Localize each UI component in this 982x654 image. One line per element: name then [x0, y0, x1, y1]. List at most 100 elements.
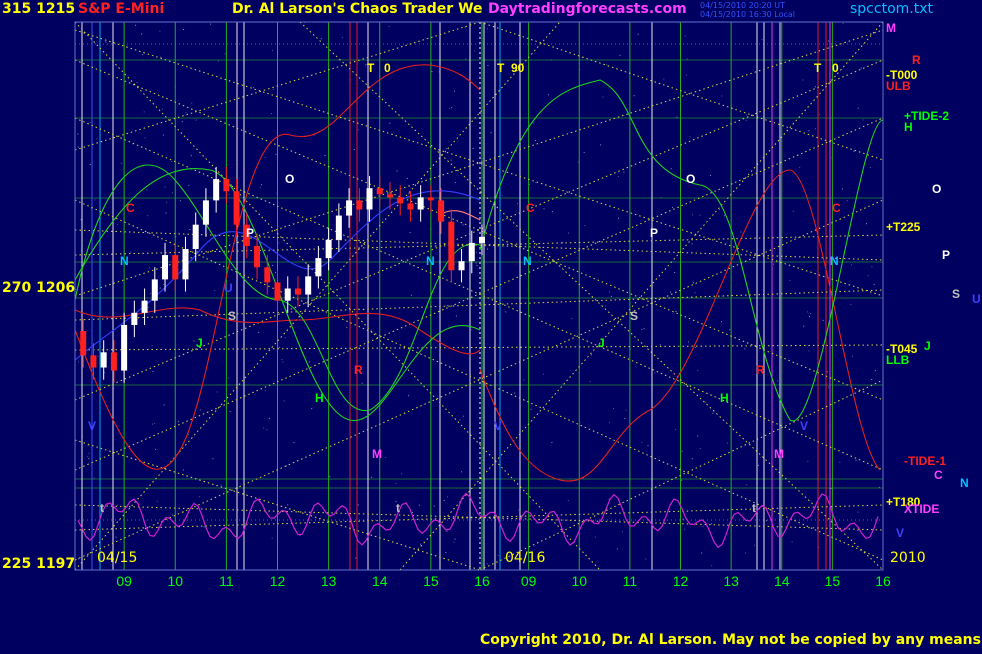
star: [670, 168, 672, 170]
scale-label-bottom: 225 1197: [2, 556, 76, 572]
star: [535, 182, 537, 183]
star: [535, 140, 537, 141]
star: [384, 457, 386, 459]
price-bar: [284, 288, 291, 301]
star: [454, 538, 456, 540]
star: [130, 251, 132, 253]
star: [198, 496, 200, 498]
plot-marker: T: [367, 61, 375, 75]
price-bar: [325, 239, 332, 259]
star: [602, 96, 604, 98]
star: [729, 329, 731, 331]
star: [162, 108, 163, 110]
right-label: V: [896, 526, 904, 540]
star: [676, 116, 678, 118]
star: [281, 359, 283, 361]
star: [447, 496, 448, 498]
star: [828, 386, 829, 388]
star: [342, 37, 344, 39]
star: [154, 422, 156, 424]
star: [791, 541, 793, 543]
right-label: H: [904, 120, 913, 134]
time-grid: [75, 22, 884, 570]
star: [148, 306, 150, 308]
right-label: O: [932, 182, 941, 196]
star: [401, 473, 403, 475]
star: [643, 328, 645, 330]
dotted-diagonal: [479, 21, 884, 161]
star: [185, 112, 187, 114]
plot-marker: S: [630, 309, 638, 323]
star: [146, 189, 148, 191]
plot-marker: O: [285, 172, 294, 186]
star: [851, 264, 853, 266]
star: [190, 155, 192, 157]
plot-marker: M: [774, 447, 784, 461]
right-label: P: [942, 248, 950, 262]
star: [674, 272, 676, 273]
star: [853, 150, 855, 152]
star: [171, 192, 173, 194]
plot-marker: t: [752, 501, 756, 515]
plot-marker: T: [814, 61, 822, 75]
plot-marker: U: [224, 281, 233, 295]
plot-marker: T: [497, 61, 505, 75]
star: [637, 33, 639, 35]
star: [624, 417, 626, 419]
star: [77, 133, 79, 135]
star: [826, 371, 828, 373]
star: [180, 200, 181, 202]
star: [454, 90, 455, 92]
star: [711, 565, 713, 567]
price-bar: [100, 352, 107, 368]
star: [697, 370, 699, 372]
star: [151, 345, 153, 347]
star: [855, 459, 857, 461]
star: [141, 33, 143, 35]
star: [873, 283, 875, 285]
star: [645, 558, 647, 560]
star: [120, 162, 122, 164]
star: [518, 509, 520, 511]
star: [162, 134, 164, 136]
star: [389, 122, 391, 124]
star: [273, 88, 275, 90]
star: [275, 153, 277, 155]
plot-marker: t: [100, 501, 104, 515]
plot-marker: C: [126, 201, 135, 215]
year-label: 2010: [890, 550, 926, 566]
price-bar: [468, 242, 475, 262]
star: [623, 171, 625, 173]
flux-curves: [74, 64, 884, 482]
star: [633, 95, 635, 97]
star: [807, 460, 809, 462]
star: [266, 429, 268, 431]
star: [803, 325, 805, 327]
star: [691, 458, 693, 460]
star: [871, 266, 873, 268]
star: [144, 137, 146, 139]
star: [505, 311, 507, 313]
price-bar: [182, 248, 189, 280]
star: [148, 267, 150, 269]
star: [675, 311, 677, 312]
price-bar: [162, 255, 169, 280]
price-bar: [294, 288, 301, 295]
star: [165, 212, 167, 214]
price-bar: [141, 300, 148, 313]
star: [589, 380, 591, 382]
star: [789, 279, 791, 281]
star: [746, 114, 748, 116]
star: [792, 210, 794, 212]
star: [702, 525, 704, 527]
price-bar: [479, 236, 485, 243]
star: [815, 128, 816, 130]
xtide-oscillator: [77, 492, 879, 549]
star: [462, 415, 464, 417]
star: [410, 294, 412, 296]
star: [228, 193, 230, 195]
price-bar: [448, 221, 455, 271]
star: [117, 504, 118, 506]
star: [765, 520, 767, 522]
star: [357, 504, 359, 506]
